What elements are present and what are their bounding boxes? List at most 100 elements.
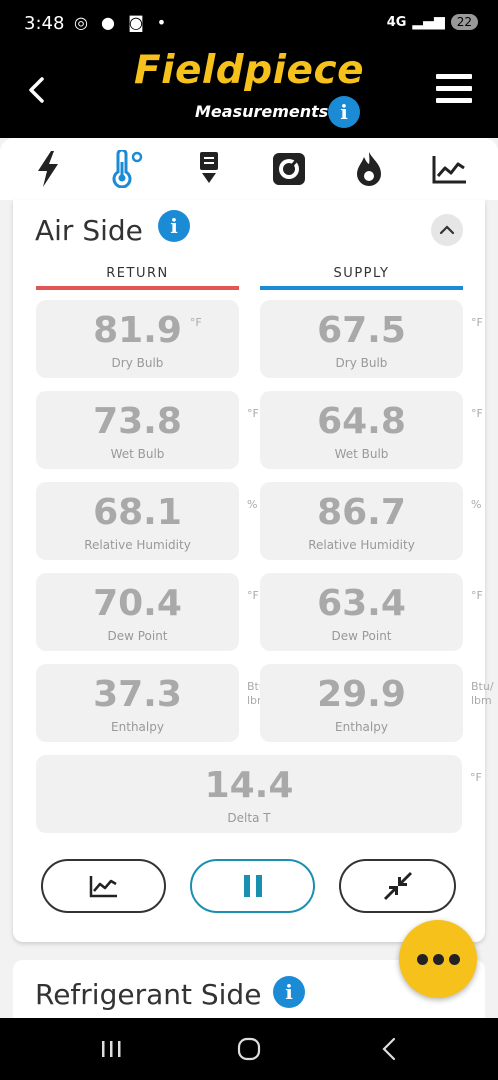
tab-trend[interactable] bbox=[428, 147, 472, 191]
air-side-info-icon[interactable]: i bbox=[158, 210, 190, 242]
refrigerant-side-title: Refrigerant Side bbox=[35, 978, 262, 1011]
supply-dry-bulb-tile[interactable]: 67.5 °F Dry Bulb bbox=[260, 300, 483, 378]
flame-icon bbox=[357, 152, 382, 186]
dot bbox=[432, 953, 444, 965]
tile-label: Wet Bulb bbox=[110, 447, 165, 461]
tab-download[interactable] bbox=[187, 147, 231, 191]
tile-value-wrap: 73.8 °F bbox=[36, 401, 259, 442]
pause-icon bbox=[243, 875, 262, 897]
page-subtitle: Measurements bbox=[195, 102, 329, 121]
tile-unit: % bbox=[471, 498, 482, 511]
tile-label: Dew Point bbox=[107, 629, 168, 643]
tile-label: Enthalpy bbox=[111, 720, 164, 734]
tile-value-wrap: 86.7% bbox=[260, 492, 481, 533]
recents-button[interactable] bbox=[91, 1034, 131, 1064]
tile-value: 68.1 bbox=[93, 492, 182, 533]
supply-enthalpy-tile[interactable]: 29.9 Btu/ lbm Enthalpy bbox=[260, 664, 494, 742]
tile-label: Dry Bulb bbox=[335, 356, 388, 370]
tab-gauge[interactable] bbox=[267, 147, 311, 191]
tile-unit: °F bbox=[189, 316, 202, 329]
tile-unit: °F bbox=[471, 589, 483, 602]
tile-value: 14.4 bbox=[204, 765, 294, 806]
tile-value-wrap: 67.5 °F bbox=[260, 310, 483, 351]
tile-unit: Btu/ lbm bbox=[471, 680, 494, 707]
status-bar: 3:48 ◎ ● ◙ • 4G ▂▄▆ 22 bbox=[0, 0, 498, 50]
tile-label: Relative Humidity bbox=[84, 538, 191, 552]
tool-tab-bar bbox=[0, 138, 498, 200]
tile-label: Relative Humidity bbox=[308, 538, 415, 552]
return-humidity-tile[interactable]: 68.1% Relative Humidity bbox=[36, 482, 257, 560]
return-dew-point-tile[interactable]: 70.4 °F Dew Point bbox=[36, 573, 259, 651]
chart-icon bbox=[89, 876, 117, 898]
supply-wet-bulb-tile[interactable]: 64.8 °F Wet Bulb bbox=[260, 391, 483, 469]
tile-value-wrap: 14.4 °F bbox=[36, 765, 482, 806]
gauge-icon bbox=[273, 153, 306, 185]
tile-unit: °F bbox=[247, 407, 259, 420]
minimize-arrows-icon bbox=[383, 872, 412, 900]
thermometer-icon bbox=[113, 150, 143, 188]
tile-value: 64.8 bbox=[317, 401, 406, 442]
tile-label: Enthalpy bbox=[335, 720, 388, 734]
tile-value: 29.9 bbox=[317, 674, 406, 715]
dot bbox=[448, 953, 460, 965]
tile-value: 37.3 bbox=[93, 674, 182, 715]
tile-value: 86.7 bbox=[317, 492, 406, 533]
tile-value: 70.4 bbox=[93, 583, 182, 624]
tile-value-wrap: 81.9 °F bbox=[36, 310, 239, 351]
tile-value-wrap: 63.4 °F bbox=[260, 583, 483, 624]
more-options-fab[interactable] bbox=[399, 920, 477, 998]
dot bbox=[416, 953, 428, 965]
return-dry-bulb-tile[interactable]: 81.9 °F Dry Bulb bbox=[36, 300, 239, 378]
tile-label: Delta T bbox=[227, 811, 271, 825]
notification-icons: ◎ ● ◙ • bbox=[74, 13, 171, 32]
tile-unit: % bbox=[247, 498, 258, 511]
system-back-button[interactable] bbox=[369, 1034, 409, 1064]
hamburger-menu-button[interactable] bbox=[436, 74, 472, 108]
battery-indicator: 22 bbox=[450, 14, 478, 30]
pause-button[interactable] bbox=[190, 859, 315, 913]
status-right: 4G ▂▄▆ 22 bbox=[387, 14, 478, 30]
air-side-title: Air Side bbox=[35, 214, 143, 247]
tile-label: Dry Bulb bbox=[111, 356, 164, 370]
supply-dew-point-tile[interactable]: 63.4 °F Dew Point bbox=[260, 573, 483, 651]
home-button[interactable] bbox=[229, 1034, 269, 1064]
fieldpiece-logo: Fieldpiece bbox=[133, 48, 365, 93]
tile-value: 81.9 bbox=[93, 310, 182, 351]
tile-label: Dew Point bbox=[331, 629, 392, 643]
download-icon bbox=[199, 152, 218, 183]
tile-value-wrap: 64.8 °F bbox=[260, 401, 483, 442]
network-indicator: 4G bbox=[386, 14, 407, 30]
collapse-view-button[interactable] bbox=[339, 859, 456, 913]
tile-value-wrap: 68.1% bbox=[36, 492, 257, 533]
menu-line bbox=[436, 86, 472, 91]
return-enthalpy-tile[interactable]: 37.3 Btu/ lbm Enthalpy bbox=[36, 664, 270, 742]
return-underline bbox=[36, 286, 239, 290]
supply-underline bbox=[260, 286, 463, 290]
refrigerant-info-icon[interactable]: i bbox=[273, 976, 305, 1008]
tab-electrical[interactable] bbox=[26, 147, 70, 191]
tile-unit: °F bbox=[247, 589, 259, 602]
supply-header: SUPPLY bbox=[333, 266, 390, 281]
return-wet-bulb-tile[interactable]: 73.8 °F Wet Bulb bbox=[36, 391, 259, 469]
tile-label: Wet Bulb bbox=[334, 447, 389, 461]
menu-line bbox=[436, 98, 472, 103]
tile-value-wrap: 37.3 Btu/ lbm bbox=[36, 674, 269, 715]
collapse-button[interactable] bbox=[431, 214, 463, 246]
lightning-icon bbox=[38, 151, 59, 187]
recents-icon bbox=[102, 1041, 121, 1057]
tab-temperature[interactable] bbox=[106, 147, 150, 191]
tile-value-wrap: 29.9 Btu/ lbm bbox=[260, 674, 493, 715]
status-time: 3:48 bbox=[24, 13, 65, 34]
tile-unit: °F bbox=[471, 316, 483, 329]
graph-button[interactable] bbox=[41, 859, 166, 913]
supply-humidity-tile[interactable]: 86.7% Relative Humidity bbox=[260, 482, 481, 560]
tile-unit: °F bbox=[471, 407, 483, 420]
chart-icon bbox=[432, 156, 466, 184]
return-header: RETURN bbox=[106, 266, 169, 281]
tab-combustion[interactable] bbox=[347, 147, 391, 191]
tile-value: 67.5 bbox=[317, 310, 406, 351]
delta-t-tile[interactable]: 14.4 °F Delta T bbox=[36, 755, 482, 833]
tile-value-wrap: 70.4 °F bbox=[36, 583, 259, 624]
header-info-icon[interactable]: i bbox=[328, 96, 360, 128]
home-icon bbox=[237, 1037, 261, 1061]
